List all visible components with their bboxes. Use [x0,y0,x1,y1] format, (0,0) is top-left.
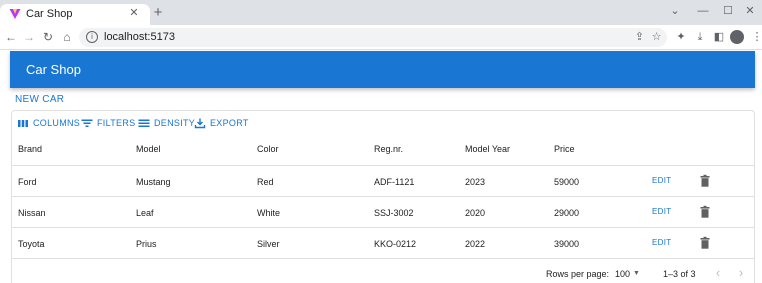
column-header-color[interactable]: Color [257,143,279,155]
extensions-icon[interactable]: ✦ [673,29,689,45]
column-header-model[interactable]: Model [136,143,161,155]
cell-reg-nr: KKO-0212 [374,239,417,249]
columns-label: COLUMNS [33,118,81,128]
cell-model: Prius [136,239,157,249]
edit-button[interactable]: EDIT [652,175,671,187]
cell-brand: Toyota [18,239,45,249]
vite-logo-icon [9,9,21,19]
column-header-reg-nr[interactable]: Reg.nr. [374,143,403,155]
delete-icon[interactable] [699,174,711,188]
next-page-icon[interactable]: › [733,265,749,281]
filters-label: FILTERS [97,118,136,128]
new-car-button[interactable]: NEW CAR [15,94,64,106]
filters-button[interactable]: FILTERS [81,117,135,129]
export-button[interactable]: EXPORT [194,117,249,129]
reload-icon[interactable]: ↻ [40,29,56,45]
app-title: Car Shop [26,62,81,77]
caret-down-icon[interactable]: ▼ [633,268,640,280]
cell-brand: Ford [18,177,37,187]
cell-model-year: 2020 [465,208,486,218]
cell-model-year: 2023 [465,177,486,187]
filter-list-icon [81,119,93,127]
cell-brand: Nissan [18,208,46,218]
share-icon[interactable]: ⇪ [632,30,647,45]
menu-icon[interactable]: ⋮ [749,29,762,45]
tab-title: Car Shop [26,8,73,20]
close-window-icon[interactable]: ✕ [741,3,759,19]
density-label: DENSITY [154,118,196,128]
cell-color: Silver [257,239,280,249]
edit-button[interactable]: EDIT [652,237,671,249]
rows-per-page-select[interactable]: 100 [615,268,630,280]
cell-model: Mustang [136,177,171,187]
browser-tab-strip: Car Shop ✕ + ⌄ — ☐ ✕ [0,0,762,25]
delete-icon[interactable] [699,236,711,250]
new-tab-button[interactable]: + [150,5,166,21]
export-icon [194,118,206,129]
app-bar: Car Shop [10,51,755,88]
bookmark-star-icon[interactable]: ☆ [649,30,664,45]
url-text: localhost:5173 [104,31,175,43]
home-icon[interactable]: ⌂ [59,29,75,45]
pagination-footer: Rows per page: 100 ▼ 1–3 of 3 ‹ › [12,258,754,283]
back-icon[interactable]: ← [3,29,19,45]
column-header-model-year[interactable]: Model Year [465,143,510,155]
profile-avatar[interactable] [730,30,744,44]
column-header-brand[interactable]: Brand [18,143,42,155]
browser-toolbar: ← → ↻ ⌂ i localhost:5173 ⇪ ☆ ✦ ⤓ ◧ ⋮ [0,25,762,50]
table-row[interactable]: Ford Mustang Red ADF-1121 2023 59000 EDI… [12,165,754,196]
view-column-icon [18,120,28,127]
column-header-price[interactable]: Price [554,143,575,155]
cell-color: Red [257,177,274,187]
columns-button[interactable]: COLUMNS [17,117,80,129]
car-data-grid: COLUMNS FILTERS DENSITY EXPORT Brand Mod… [11,110,755,283]
browser-tab[interactable]: Car Shop ✕ [0,4,150,25]
edit-button[interactable]: EDIT [652,206,671,218]
maximize-icon[interactable]: ☐ [719,3,737,19]
table-row[interactable]: Nissan Leaf White SSJ-3002 2020 29000 ED… [12,196,754,227]
forward-icon[interactable]: → [21,29,37,45]
minimize-icon[interactable]: — [694,3,712,19]
tab-search-icon[interactable]: ⌄ [666,3,684,19]
cell-reg-nr: ADF-1121 [374,177,415,187]
cell-model: Leaf [136,208,154,218]
previous-page-icon[interactable]: ‹ [710,265,726,281]
download-icon[interactable]: ⤓ [692,29,708,45]
site-info-icon[interactable]: i [86,31,98,43]
address-bar[interactable]: i localhost:5173 ⇪ ☆ [79,28,667,47]
export-label: EXPORT [210,118,249,128]
cell-model-year: 2022 [465,239,486,249]
cell-reg-nr: SSJ-3002 [374,208,414,218]
close-tab-icon[interactable]: ✕ [127,6,141,20]
page-range-text: 1–3 of 3 [663,269,696,279]
density-icon [138,119,150,127]
cell-price: 59000 [554,177,580,187]
rows-per-page-label: Rows per page: [546,269,610,279]
cell-color: White [257,208,281,218]
delete-icon[interactable] [699,205,711,219]
cell-price: 39000 [554,239,580,249]
density-button[interactable]: DENSITY [138,117,195,129]
table-row[interactable]: Toyota Prius Silver KKO-0212 2022 39000 … [12,227,754,258]
cell-price: 29000 [554,208,580,218]
side-panel-icon[interactable]: ◧ [711,29,727,45]
